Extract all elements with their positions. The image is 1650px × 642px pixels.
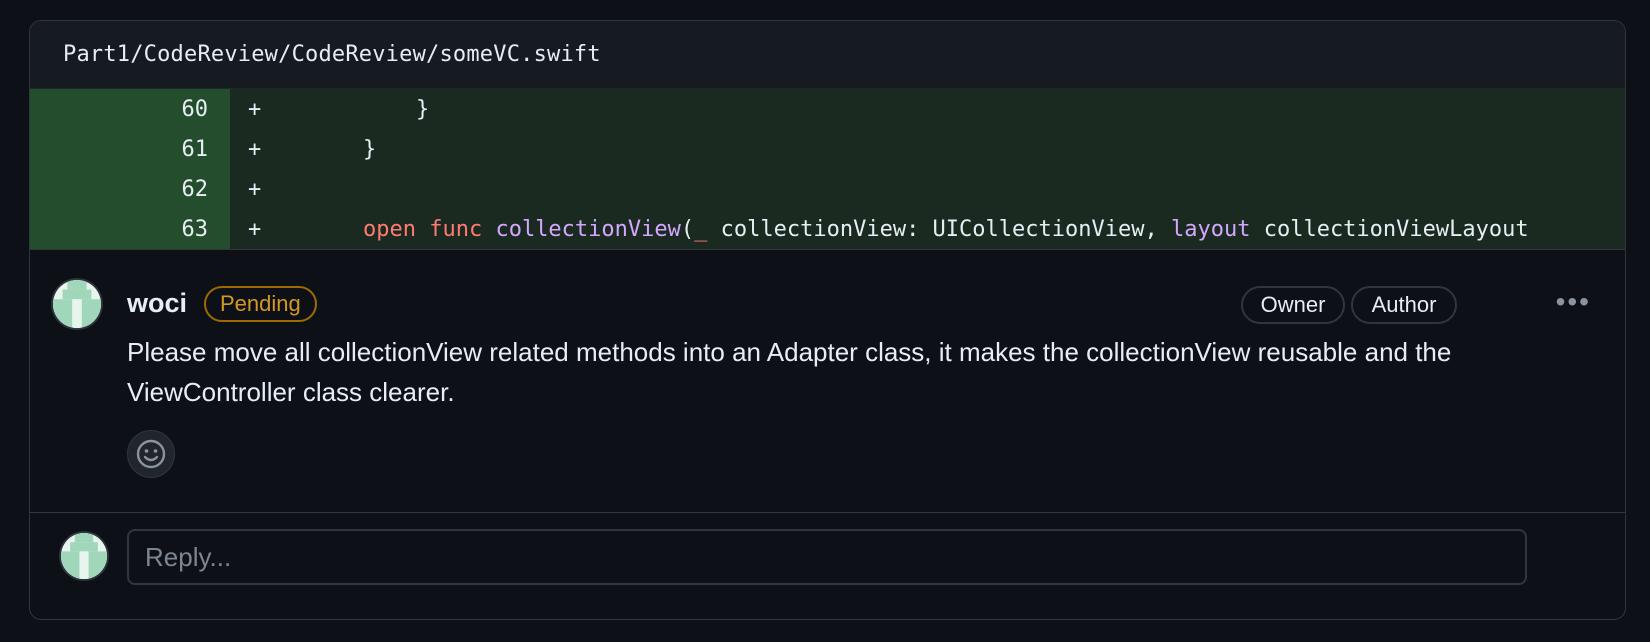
line-number[interactable]: 60 xyxy=(30,89,230,129)
code-token: } xyxy=(310,136,377,162)
diff-snippet: 60 + } 61 + } 62 + 63 + open func collec… xyxy=(30,89,1625,250)
author-badge: Author xyxy=(1351,286,1457,324)
code-content: open func collectionView(_ collectionVie… xyxy=(272,217,1625,242)
code-token: _ xyxy=(694,216,708,242)
diff-line: 60 + } xyxy=(30,89,1625,129)
smiley-icon xyxy=(136,439,166,469)
diff-line: 62 + xyxy=(30,169,1625,209)
owner-badge: Owner xyxy=(1241,286,1345,324)
comment-author[interactable]: woci xyxy=(127,288,187,319)
pending-badge: Pending xyxy=(204,286,317,322)
diff-line: 63 + open func collectionView(_ collecti… xyxy=(30,209,1625,249)
code-token: layout xyxy=(1170,216,1251,242)
review-comment-card: Part1/CodeReview/CodeReview/someVC.swift… xyxy=(29,20,1626,620)
identicon-icon xyxy=(53,280,101,328)
diff-add-marker: + xyxy=(248,136,262,162)
add-reaction-button[interactable] xyxy=(127,430,175,478)
code-token: collectionView: UICollectionView, xyxy=(707,216,1171,242)
avatar[interactable] xyxy=(53,280,101,328)
code-token: ( xyxy=(680,216,695,242)
diff-add-marker: + xyxy=(248,216,262,242)
identicon-icon xyxy=(61,533,107,579)
line-number[interactable]: 63 xyxy=(30,209,230,249)
reply-avatar xyxy=(61,533,107,579)
code-token: open xyxy=(362,216,416,242)
line-number[interactable]: 61 xyxy=(30,129,230,169)
code-token: collectionView xyxy=(495,216,681,242)
more-options-icon[interactable]: ••• xyxy=(1556,288,1591,316)
comment-body: Please move all collectionView related m… xyxy=(127,337,1452,407)
code-token: func xyxy=(429,216,483,242)
comment: woci Pending Owner Author ••• Please mov… xyxy=(30,250,1625,513)
reply-area xyxy=(30,513,1625,605)
line-number[interactable]: 62 xyxy=(30,169,230,209)
diff-add-marker: + xyxy=(248,176,262,202)
code-token: collectionViewLayout xyxy=(1250,216,1529,242)
file-header: Part1/CodeReview/CodeReview/someVC.swift xyxy=(30,21,1625,89)
reply-input[interactable] xyxy=(127,529,1527,585)
file-path[interactable]: Part1/CodeReview/CodeReview/someVC.swift xyxy=(63,42,601,67)
code-content: } xyxy=(272,137,1625,162)
code-content: } xyxy=(272,97,1625,122)
diff-add-marker: + xyxy=(248,96,262,122)
diff-line: 61 + } xyxy=(30,129,1625,169)
code-token: } xyxy=(310,96,430,122)
